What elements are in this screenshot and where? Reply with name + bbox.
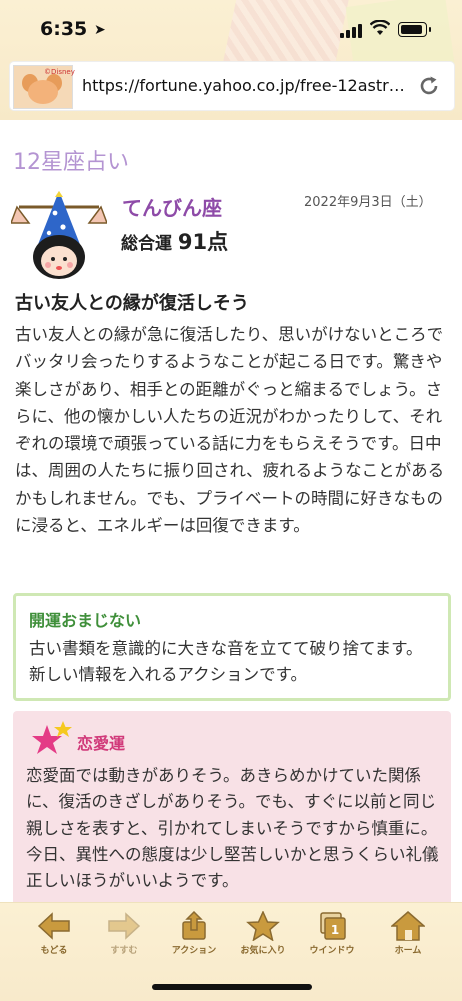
reload-icon[interactable] [416, 73, 442, 99]
page-title: 12星座占い [13, 150, 129, 175]
location-arrow-icon: ➤ [94, 22, 106, 38]
action-label: アクション [171, 946, 217, 956]
window-count: 1 [331, 923, 339, 937]
overall-score: 総合運 91点 [121, 226, 228, 256]
back-label: もどる [40, 946, 68, 956]
forward-label: すすむ [110, 946, 138, 956]
love-text: 恋愛面では動きがありそう。あきらめかけていた関係に、復活のきざしがありそう。でも… [26, 766, 439, 891]
window-icon: 1 [320, 912, 346, 940]
fortune-headline: 古い友人との縁が復活しそう [15, 293, 249, 314]
home-indicator [152, 984, 312, 990]
overall-label: 総合運 [121, 234, 172, 254]
action-button[interactable]: アクション [163, 911, 225, 956]
favorites-button[interactable]: お気に入り [232, 911, 294, 956]
address-bar[interactable]: ©Disney https://fortune.yahoo.co.jp/free… [10, 62, 454, 110]
clock: 6:35 [40, 18, 88, 40]
browser-header: 6:35 ➤ ©Disney https://fortune.yahoo.co.… [0, 0, 462, 120]
site-character-avatar[interactable]: ©Disney [13, 65, 75, 109]
back-arrow-icon [37, 912, 70, 940]
star-icon [32, 721, 72, 754]
share-icon [182, 911, 206, 940]
zodiac-sign-name: てんびん座 [122, 196, 222, 220]
overall-score-value: 91点 [177, 230, 229, 254]
wifi-icon [370, 20, 390, 35]
forward-button[interactable]: すすむ [93, 911, 155, 956]
url-text[interactable]: https://fortune.yahoo.co.jp/free-12astr… [82, 76, 405, 95]
charm-text: 古い書類を意識的に大きな音を立てて破り捨てます。新しい情報を入れるアクションです… [29, 639, 423, 684]
battery-icon [398, 22, 431, 37]
cellular-signal-icon [340, 22, 362, 38]
charm-title: 開運おまじない [29, 611, 142, 630]
copyright-badge: ©Disney [44, 68, 75, 76]
favorites-label: お気に入り [240, 946, 286, 956]
window-label: ウインドウ [309, 946, 355, 956]
forward-arrow-icon [108, 912, 141, 940]
back-button[interactable]: もどる [23, 911, 85, 956]
star-favorite-icon [246, 911, 280, 941]
window-button[interactable]: 1 ウインドウ [301, 911, 363, 956]
libra-mascot-illustration [11, 191, 107, 279]
home-label: ホーム [394, 946, 422, 956]
fortune-body: 古い友人との縁が急に復活したり、思いがけないところでバッタリ会ったりするようなこ… [15, 325, 445, 536]
love-fortune-box: 恋愛運 恋愛面では動きがありそう。あきらめかけていた関係に、復活のきざしがありそ… [13, 711, 451, 911]
lucky-charm-box: 開運おまじない 古い書類を意識的に大きな音を立てて破り捨てます。新しい情報を入れ… [13, 593, 451, 701]
fortune-date: 2022年9月3日（土） [304, 195, 432, 210]
love-title: 恋愛運 [77, 734, 126, 753]
home-button[interactable]: ホーム [377, 911, 439, 956]
status-bar: 6:35 ➤ [0, 0, 462, 58]
home-icon [391, 911, 425, 941]
